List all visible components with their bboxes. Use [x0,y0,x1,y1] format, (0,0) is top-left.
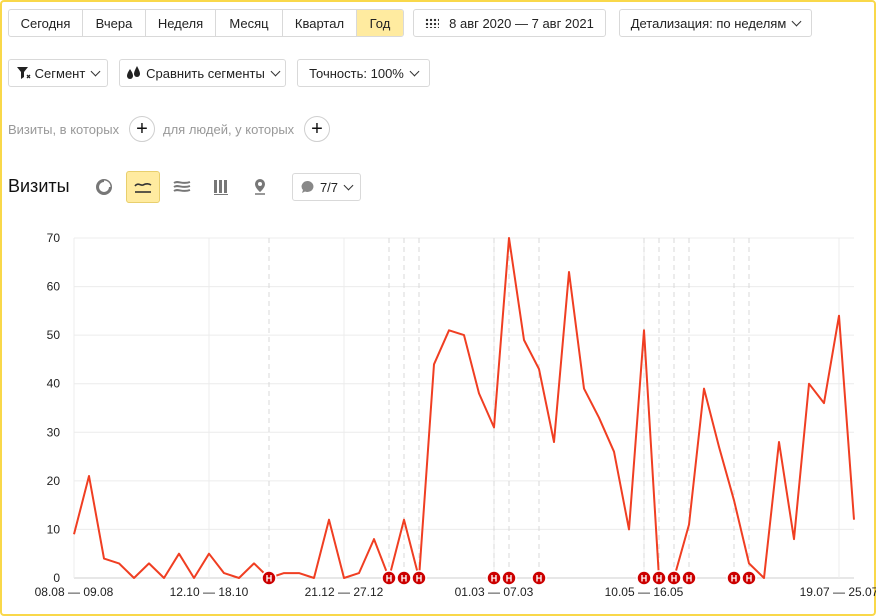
tab-month[interactable]: Месяц [216,10,283,36]
comment-icon [301,180,314,193]
chevron-down-icon [270,66,281,76]
add-people-condition-button[interactable]: + [304,116,330,142]
tab-year[interactable]: Год [357,10,403,36]
segment-label: Сегмент [34,65,86,81]
visits-filter-label: Визиты, в которых [8,122,120,137]
tab-week[interactable]: Неделя [146,10,216,36]
period-tabs: Сегодня Вчера Неделя Месяц Квартал Год [8,9,404,37]
bar-chart-button[interactable] [206,172,236,202]
calendar-icon [425,18,440,28]
line-chart-icon [134,183,152,193]
map-chart-button[interactable] [245,172,275,202]
plus-icon: + [311,118,323,140]
pie-icon [96,179,112,195]
window-frame [0,0,876,616]
annotations-count: 7/7 [319,179,339,195]
line-chart-button[interactable] [126,171,160,203]
area-chart-button[interactable] [167,172,197,202]
accuracy-dropdown[interactable]: Точность: 100% [297,59,430,87]
map-pin-icon [255,179,265,195]
segment-dropdown[interactable]: Сегмент [8,59,108,87]
compare-label: Сравнить сегменты [146,65,265,81]
area-chart-icon [173,181,191,192]
tab-quarter[interactable]: Квартал [283,10,357,36]
chevron-down-icon [343,180,354,190]
add-visit-condition-button[interactable]: + [129,116,155,142]
pie-chart-button[interactable] [89,172,119,202]
date-range-label: 8 авг 2020 — 7 авг 2021 [449,15,594,31]
accuracy-label: Точность: 100% [309,65,404,81]
annotations-dropdown[interactable]: 7/7 [292,173,361,201]
date-range-button[interactable]: 8 авг 2020 — 7 авг 2021 [413,9,606,37]
compare-segments-dropdown[interactable]: Сравнить сегменты [119,59,286,87]
tab-yesterday[interactable]: Вчера [83,10,146,36]
chevron-down-icon [409,66,420,76]
tab-today[interactable]: Сегодня [9,10,83,36]
detail-label: Детализация: по неделям [630,15,787,31]
people-filter-label: для людей, у которых [163,122,295,137]
chevron-down-icon [791,16,802,26]
filter-icon [16,67,31,79]
chevron-down-icon [90,66,101,76]
compare-drops-icon [127,66,141,79]
chart-title: Визиты [8,176,70,196]
bar-chart-icon [214,180,228,195]
detail-dropdown[interactable]: Детализация: по неделям [619,9,812,37]
plus-icon: + [136,118,148,140]
